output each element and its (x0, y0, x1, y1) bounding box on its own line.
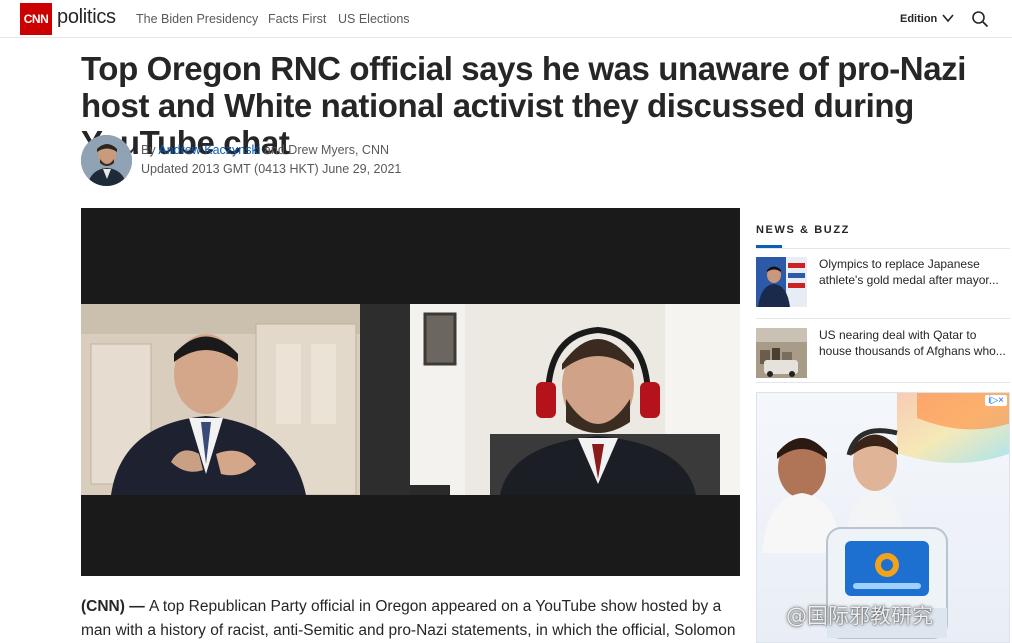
article-body: (CNN) — A top Republican Party official … (81, 595, 741, 643)
video-player[interactable] (81, 208, 740, 576)
byline: By Andrew Kaczynski and Drew Myers, CNN (141, 143, 389, 157)
video-pane-divider (360, 304, 410, 495)
ad-choices-badge[interactable]: i▷× (985, 395, 1007, 406)
sidebar-thumb-olympics[interactable] (756, 257, 807, 307)
byline-rest: and Drew Myers, CNN (260, 143, 389, 157)
watermark-text: @国际邪教研究 (786, 604, 933, 628)
top-nav: CNN politics The Biden Presidency Facts … (0, 0, 1012, 38)
sidebar-item-olympics[interactable]: Olympics to replace Japanese athlete's g… (756, 257, 1010, 313)
chevron-down-icon[interactable] (941, 11, 955, 25)
section-name[interactable]: politics (57, 6, 116, 29)
cnn-logo-text: CNN (23, 12, 49, 26)
video-frame-right (410, 304, 740, 495)
sidebar-thumb-qatar[interactable] (756, 328, 807, 378)
byline-prefix: By (141, 143, 159, 157)
thumbnail-image (756, 328, 807, 378)
sidebar-divider (756, 382, 1010, 383)
author-photo (81, 135, 132, 186)
updated-timestamp: Updated 2013 GMT (0413 HKT) June 29, 202… (141, 162, 402, 176)
sidebar-divider (756, 248, 1010, 249)
video-pane-left (81, 304, 360, 495)
video-frame-left (81, 304, 360, 495)
sidebar-divider (756, 318, 1010, 319)
sidebar-headline-olympics[interactable]: Olympics to replace Japanese athlete's g… (819, 257, 1009, 288)
dateline: (CNN) — (81, 598, 150, 615)
sidebar-title: NEWS & BUZZ (756, 224, 850, 236)
nav-link-us-elections[interactable]: US Elections (338, 12, 410, 26)
cnn-logo[interactable]: CNN (20, 3, 52, 35)
video-pane-right (410, 304, 740, 495)
sidebar-headline-qatar[interactable]: US nearing deal with Qatar to house thou… (819, 328, 1009, 359)
body-paragraph: A top Republican Party official in Orego… (81, 598, 736, 639)
author-link[interactable]: Andrew Kaczynski (158, 143, 260, 157)
search-icon[interactable] (971, 10, 989, 28)
author-avatar[interactable] (81, 135, 132, 186)
nav-link-facts-first[interactable]: Facts First (268, 12, 326, 26)
sidebar-item-qatar[interactable]: US nearing deal with Qatar to house thou… (756, 328, 1010, 384)
nav-link-biden-presidency[interactable]: The Biden Presidency (136, 12, 258, 26)
thumbnail-image (756, 257, 807, 307)
edition-button[interactable]: Edition (900, 13, 937, 25)
